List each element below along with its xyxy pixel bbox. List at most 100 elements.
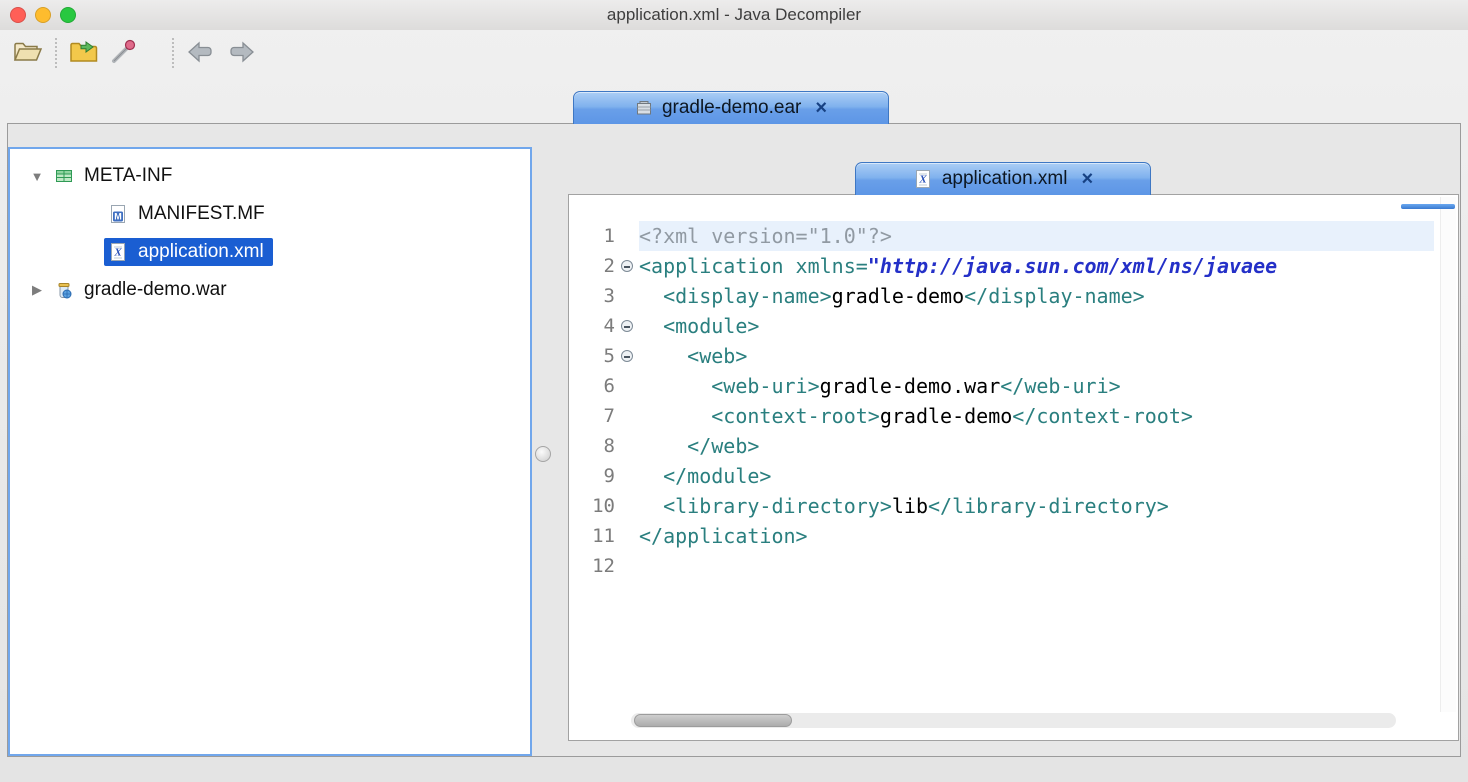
editor-tab[interactable]: X application.xml × — [855, 162, 1151, 195]
toolbar-separator — [55, 38, 57, 68]
code-token: "http://java.sun.com/xml/ns/javaee — [867, 254, 1278, 278]
code-line: 1 <?xml version="1.0"?> — [579, 221, 1434, 251]
code-text: </module> — [639, 461, 1434, 491]
code-token: gradle-demo — [831, 284, 965, 308]
scroll-position-accent — [1401, 204, 1455, 209]
code-lines: 1 <?xml version="1.0"?> 2 <application xmln… — [579, 221, 1434, 704]
fold-collapse-icon[interactable] — [621, 320, 633, 332]
tree-item-content: gradle-demo.war — [50, 276, 236, 304]
code-text: <?xml version="1.0"?> — [639, 221, 1434, 251]
minimize-window-button[interactable] — [35, 7, 51, 23]
tree-item-gradle-demo-war[interactable]: ▶ gradle-demo.war — [10, 271, 530, 309]
code-token: <web-uri> — [639, 374, 820, 398]
disclosure-collapsed-icon[interactable]: ▶ — [24, 282, 50, 298]
code-token: </display-name> — [964, 284, 1145, 308]
code-line: 12 — [579, 551, 1434, 581]
tree-item-meta-inf[interactable]: ▼ META-INF — [10, 157, 530, 195]
code-token: <library-directory> — [639, 494, 892, 518]
code-token: <module> — [639, 314, 760, 338]
code-text: </application> — [639, 521, 1434, 551]
code-text: <application xmlns="http://java.sun.com/… — [639, 251, 1434, 281]
code-line: 11 </application> — [579, 521, 1434, 551]
traffic-lights — [10, 7, 76, 23]
fold-collapse-icon[interactable] — [615, 350, 639, 362]
code-token: </web> — [639, 434, 760, 458]
forward-button[interactable] — [221, 33, 261, 73]
svg-text:X: X — [113, 247, 122, 259]
tree-item-label: META-INF — [84, 165, 173, 186]
archive-tab[interactable]: gradle-demo.ear × — [573, 91, 889, 124]
ear-archive-icon — [635, 99, 653, 117]
editor-tab-close-icon[interactable]: × — [1081, 169, 1093, 189]
fold-collapse-icon[interactable] — [615, 260, 639, 272]
horizontal-scrollbar-thumb[interactable] — [634, 714, 792, 727]
file-tree: ▼ META-INF M MANIFEST.MF Xapplication.xml ▶ gr… — [8, 147, 532, 756]
war-file-icon — [53, 279, 75, 301]
open-type-button[interactable] — [64, 33, 104, 73]
code-token: <display-name> — [639, 284, 832, 308]
code-line: 4 <module> — [579, 311, 1434, 341]
tree-item-content: Xapplication.xml — [104, 238, 273, 266]
code-token: </library-directory> — [928, 494, 1169, 518]
code-token: lib — [891, 494, 928, 518]
editor-tab-label: application.xml — [941, 168, 1068, 189]
tree-item-application-xml[interactable]: Xapplication.xml — [10, 233, 530, 271]
code-line: 6 <web-uri>gradle-demo.war</web-uri> — [579, 371, 1434, 401]
tree-item-label: gradle-demo.war — [84, 279, 227, 300]
line-number: 6 — [603, 375, 615, 397]
splitter-handle[interactable] — [535, 446, 551, 462]
code-token: <?xml version="1.0"?> — [639, 224, 892, 248]
line-number: 1 — [603, 225, 615, 247]
svg-text:X: X — [918, 174, 927, 186]
back-arrow-icon — [186, 40, 216, 67]
window-title: application.xml - Java Decompiler — [606, 5, 862, 24]
line-number: 12 — [592, 555, 615, 577]
open-file-button[interactable] — [8, 33, 48, 73]
line-number: 7 — [603, 405, 615, 427]
search-wand-icon — [110, 39, 138, 68]
code-line: 3 <display-name>gradle-demo</display-nam… — [579, 281, 1434, 311]
close-window-button[interactable] — [10, 7, 26, 23]
open-type-icon — [69, 39, 99, 68]
horizontal-scrollbar[interactable] — [631, 713, 1396, 728]
code-token: <context-root> — [639, 404, 880, 428]
open-folder-icon — [13, 39, 43, 68]
code-text: </web> — [639, 431, 1434, 461]
forward-arrow-icon — [226, 40, 256, 67]
code-token: <web> — [639, 344, 748, 368]
fold-collapse-icon[interactable] — [621, 350, 633, 362]
code-text: <library-directory>lib</library-director… — [639, 491, 1434, 521]
editor-panel: 1 <?xml version="1.0"?> 2 <application xmln… — [568, 194, 1459, 741]
archive-tab-close-icon[interactable]: × — [815, 98, 827, 118]
code-line: 2 <application xmlns="http://java.sun.com… — [579, 251, 1434, 281]
fold-collapse-icon[interactable] — [621, 260, 633, 272]
xml-file-icon: X — [913, 169, 933, 189]
toolbar-separator — [172, 38, 174, 68]
code-text: <web> — [639, 341, 1434, 371]
code-token: <application xmlns= — [639, 254, 868, 278]
fold-collapse-icon[interactable] — [615, 320, 639, 332]
vertical-scrollbar[interactable] — [1440, 197, 1456, 712]
toolbar — [0, 30, 1468, 76]
tree-item-content: META-INF — [50, 162, 181, 190]
code-line: 5 <web> — [579, 341, 1434, 371]
code-text: <display-name>gradle-demo</display-name> — [639, 281, 1434, 311]
tree-item-manifest-mf[interactable]: M MANIFEST.MF — [10, 195, 530, 233]
zoom-window-button[interactable] — [60, 7, 76, 23]
code-text: <module> — [639, 311, 1434, 341]
code-text: <context-root>gradle-demo</context-root> — [639, 401, 1434, 431]
code-token: </context-root> — [1012, 404, 1193, 428]
code-line: 10 <library-directory>lib</library-direc… — [579, 491, 1434, 521]
code-token: gradle-demo.war — [819, 374, 1001, 398]
code-text: <web-uri>gradle-demo.war</web-uri> — [639, 371, 1434, 401]
code-token: </web-uri> — [1000, 374, 1121, 398]
line-number: 8 — [603, 435, 615, 457]
line-number: 4 — [603, 315, 615, 337]
search-button[interactable] — [104, 33, 144, 73]
line-number: 11 — [592, 525, 615, 547]
disclosure-expanded-icon[interactable]: ▼ — [24, 169, 50, 184]
back-button[interactable] — [181, 33, 221, 73]
xml-file-icon: X — [107, 241, 129, 263]
code-line: 7 <context-root>gradle-demo</context-roo… — [579, 401, 1434, 431]
